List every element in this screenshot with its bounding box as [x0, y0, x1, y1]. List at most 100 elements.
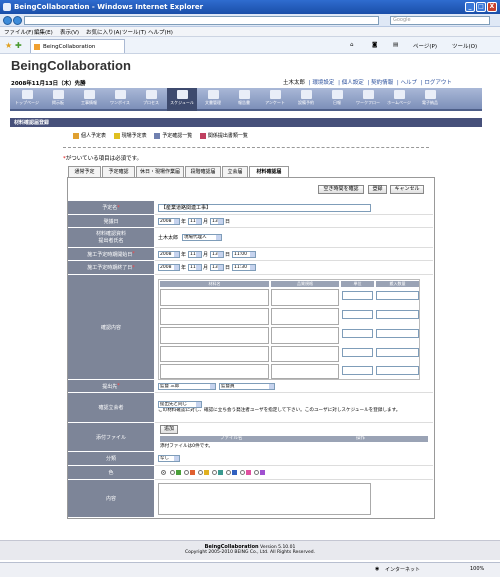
color-radio-none[interactable] [161, 470, 166, 475]
quantity-input[interactable] [376, 329, 419, 338]
quality-textarea[interactable] [271, 327, 339, 344]
browser-tab[interactable]: BeingCollaboration [30, 39, 125, 53]
nav-facility[interactable]: 設備予約 [291, 88, 321, 111]
start-day-select[interactable]: 13 [210, 250, 225, 258]
menu-view[interactable]: 表示(V) [60, 28, 79, 36]
nav-homepage[interactable]: ホームページ [384, 88, 414, 111]
witness-select[interactable]: 提出先と同じ [158, 401, 202, 408]
nav-top[interactable]: トップページ [12, 88, 42, 111]
end-day-select[interactable]: 13 [210, 264, 225, 271]
end-year-select[interactable]: 2008 [158, 264, 180, 271]
color-radio[interactable] [198, 470, 203, 475]
cancel-button[interactable]: キャンセル [390, 185, 424, 194]
material-textarea[interactable] [160, 346, 269, 362]
tab-stage[interactable]: 段階確認届 [185, 166, 221, 177]
subnav-site[interactable]: 現場予定表 [122, 133, 147, 139]
feed-icon[interactable]: ◙ [372, 42, 377, 48]
back-icon[interactable] [3, 16, 12, 25]
forward-icon[interactable] [13, 16, 22, 25]
nav-reports[interactable]: 報告書 [229, 88, 259, 111]
menu-edit[interactable]: 編集(E) [34, 28, 53, 36]
search-input[interactable]: Google [390, 16, 490, 25]
date-month-select[interactable]: 11 [188, 217, 203, 225]
link-help[interactable]: ヘルプ [401, 80, 418, 86]
material-textarea[interactable] [160, 364, 269, 379]
quantity-input[interactable] [376, 366, 419, 375]
subnav-confirm-list[interactable]: 予定確認一覧 [162, 133, 192, 139]
maximize-button[interactable]: □ [476, 2, 486, 12]
tab-material[interactable]: 材料確認届 [249, 166, 289, 177]
tab-normal[interactable]: 通常予定 [68, 166, 101, 177]
register-button[interactable]: 登録 [368, 185, 387, 194]
link-personal[interactable]: 個人設定 [342, 80, 364, 86]
material-textarea[interactable] [160, 308, 269, 325]
link-contract[interactable]: 契約情報 [371, 80, 393, 86]
menu-help[interactable]: ヘルプ(H) [148, 28, 173, 36]
unit-input[interactable] [342, 366, 373, 375]
color-radio[interactable] [240, 470, 245, 475]
page-menu[interactable]: ページ(P) [413, 42, 437, 50]
menu-tools[interactable]: ツール(T) [122, 28, 146, 36]
color-radio[interactable] [170, 470, 175, 475]
color-radio[interactable] [226, 470, 231, 475]
color-radio[interactable] [184, 470, 189, 475]
url-input[interactable] [24, 16, 379, 25]
subnav-personal[interactable]: 個人予定表 [81, 133, 106, 139]
end-month-select[interactable]: 11 [188, 264, 203, 271]
app-logo[interactable]: BeingCollaboration [11, 58, 131, 73]
link-settings[interactable]: 環境設定 [312, 80, 334, 86]
quantity-input[interactable] [376, 291, 419, 300]
nav-delivery[interactable]: 電子納品 [415, 88, 445, 111]
nav-onevoice[interactable]: ワンボイス [105, 88, 135, 111]
tab-witness[interactable]: 立会届 [222, 166, 248, 177]
nav-survey[interactable]: アンケート [260, 88, 290, 111]
nav-process[interactable]: プロセス [136, 88, 166, 111]
close-button[interactable]: X [487, 2, 497, 12]
unit-input[interactable] [342, 348, 373, 357]
nav-project[interactable]: 工事情報 [74, 88, 104, 111]
color-radio[interactable] [212, 470, 217, 475]
favorites-star-icon[interactable]: ★ [5, 41, 12, 50]
link-logout[interactable]: ログアウト [424, 80, 452, 86]
quality-textarea[interactable] [271, 308, 339, 325]
nav-daily[interactable]: 日報 [322, 88, 352, 111]
unit-input[interactable] [342, 329, 373, 338]
nav-documents[interactable]: 文書管理 [198, 88, 228, 111]
print-icon[interactable]: ▤ [393, 42, 398, 48]
unit-input[interactable] [342, 310, 373, 319]
add-favorite-icon[interactable]: ✚ [15, 41, 22, 50]
quality-textarea[interactable] [271, 289, 339, 306]
color-radio[interactable] [254, 470, 259, 475]
start-year-select[interactable]: 2008 [158, 250, 180, 258]
quantity-input[interactable] [376, 348, 419, 357]
submitter-role-select[interactable]: 現場代理人 [182, 234, 223, 241]
date-year-select[interactable]: 2008 [158, 217, 180, 225]
description-textarea[interactable] [158, 483, 371, 515]
check-time-button[interactable]: 空き時間を確認 [318, 185, 364, 194]
unit-input[interactable] [342, 291, 373, 300]
nav-schedule[interactable]: スケジュール [167, 88, 197, 111]
material-textarea[interactable] [160, 327, 269, 344]
subnav-documents[interactable]: 関係提出書類一覧 [208, 133, 248, 139]
title-input[interactable]: 【産業道路関連工事】 [158, 203, 371, 212]
start-time-select[interactable]: 11:00 [232, 250, 257, 258]
tab-confirm[interactable]: 予定確認 [102, 166, 135, 177]
menu-file[interactable]: ファイル(F) [4, 28, 33, 36]
quality-textarea[interactable] [271, 346, 339, 362]
date-day-select[interactable]: 13 [210, 217, 225, 225]
menu-favorites[interactable]: お気に入り(A) [86, 28, 122, 36]
nav-board[interactable]: 掲示板 [43, 88, 73, 111]
minimize-button[interactable]: _ [465, 2, 475, 12]
nav-workflow[interactable]: ワークフロー [353, 88, 383, 111]
add-attachment-button[interactable]: 追加 [160, 425, 178, 434]
material-textarea[interactable] [160, 289, 269, 306]
start-month-select[interactable]: 11 [188, 250, 203, 258]
tab-holiday[interactable]: 休日・現場作業届 [136, 166, 184, 177]
quantity-input[interactable] [376, 310, 419, 319]
tools-menu[interactable]: ツール(O) [452, 42, 477, 50]
quality-textarea[interactable] [271, 364, 339, 379]
home-icon[interactable]: ⌂ [350, 42, 354, 48]
recipient-name-select[interactable]: 監督 三郎 [158, 382, 216, 390]
zoom-level[interactable]: 100% [470, 566, 484, 572]
category-select[interactable]: なし [158, 455, 180, 462]
